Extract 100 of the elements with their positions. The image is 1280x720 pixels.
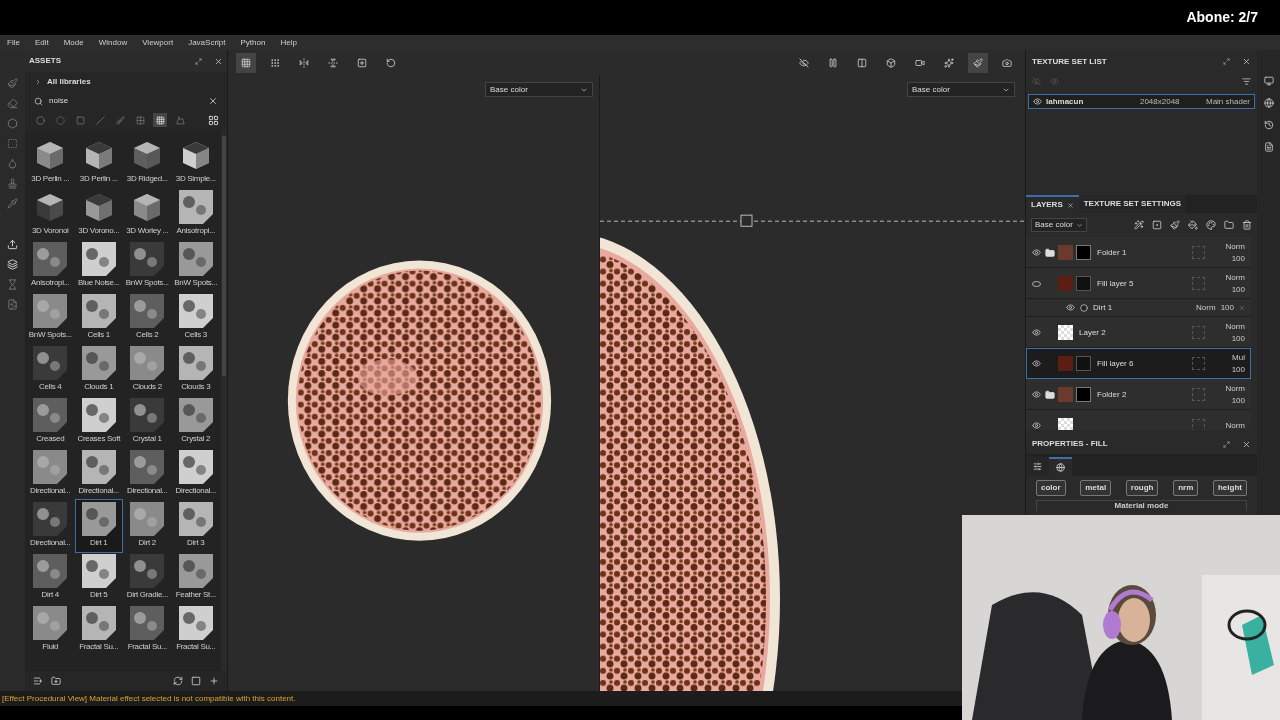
undock-icon[interactable] <box>1223 58 1230 65</box>
list-filter-icon[interactable] <box>1242 77 1251 86</box>
asset-tile[interactable]: BnW Spots... <box>172 240 219 292</box>
channel-toggle[interactable]: height <box>1212 480 1247 496</box>
opacity-dropdown[interactable]: 100 <box>1231 285 1245 294</box>
stamp-icon[interactable] <box>7 178 18 189</box>
asset-tile[interactable]: Directional... <box>27 448 74 500</box>
eraser-icon[interactable] <box>7 98 18 109</box>
panel-tab[interactable]: TEXTURE SET SETTINGS <box>1078 195 1187 213</box>
asset-tile[interactable]: Blue Noise... <box>75 240 122 292</box>
asset-tile[interactable]: 3D Voronoi <box>27 188 74 240</box>
opacity-dropdown[interactable]: 100 <box>1231 396 1245 405</box>
opacity-dropdown[interactable]: 100 <box>1231 365 1245 374</box>
droplet-icon[interactable] <box>7 158 18 169</box>
grid-view-icon[interactable] <box>208 114 219 126</box>
channel-toggle[interactable]: metal <box>1080 480 1112 496</box>
undock-icon[interactable] <box>195 57 202 65</box>
menu-item[interactable]: File <box>7 36 20 49</box>
document-icon[interactable] <box>1263 142 1274 152</box>
blend-mode-dropdown[interactable]: Norm <box>1225 421 1245 430</box>
asset-tile[interactable]: Fluid <box>27 604 74 656</box>
asset-tile[interactable]: BnW Spots... <box>124 240 171 292</box>
asset-tile[interactable]: Dirt 2 <box>124 500 171 552</box>
channel-toggle[interactable]: color <box>1036 480 1066 496</box>
clear-search-icon[interactable] <box>208 96 218 106</box>
opacity-dropdown[interactable]: 100 <box>1220 301 1234 314</box>
asset-tile[interactable]: Cells 4 <box>27 344 74 396</box>
globe-icon[interactable] <box>1263 98 1274 108</box>
asset-tile[interactable]: Fractal Su... <box>124 604 171 656</box>
asset-tile[interactable]: Creases Soft <box>75 396 122 448</box>
asset-tile[interactable]: 3D Perlin ... <box>75 136 122 188</box>
blend-mode-dropdown[interactable]: Norm <box>1196 301 1216 314</box>
asset-tile[interactable]: Directional... <box>124 448 171 500</box>
asset-tile[interactable]: Directional... <box>27 500 74 552</box>
trash-icon[interactable] <box>1242 220 1252 230</box>
library-breadcrumb[interactable]: All libraries <box>47 76 91 88</box>
close-icon[interactable] <box>1242 439 1251 449</box>
folder-icon[interactable] <box>1224 220 1234 230</box>
palette-icon[interactable] <box>1206 220 1216 230</box>
undock-icon[interactable] <box>1223 440 1230 448</box>
image-file-icon[interactable] <box>7 299 18 310</box>
channel-toggle[interactable]: rough <box>1125 480 1159 496</box>
close-icon[interactable] <box>1242 57 1251 66</box>
asset-tile[interactable]: Feather St... <box>172 552 219 604</box>
window-icon[interactable] <box>191 676 201 686</box>
brush-icon[interactable] <box>1170 220 1180 230</box>
asset-tile[interactable]: Clouds 1 <box>75 344 122 396</box>
list-icon[interactable] <box>33 676 43 686</box>
asset-tile[interactable]: Dirt 5 <box>75 552 122 604</box>
search-field[interactable]: noise <box>25 92 227 110</box>
filter-button[interactable] <box>93 113 107 127</box>
asset-tile[interactable]: Crystal 2 <box>172 396 219 448</box>
asset-tile[interactable]: BnW Spots... <box>27 292 74 344</box>
opacity-dropdown[interactable]: 100 <box>1231 334 1245 343</box>
asset-tile[interactable]: Cells 3 <box>172 292 219 344</box>
asset-tile[interactable]: Dirt Gradie... <box>124 552 171 604</box>
texture-set-row[interactable]: lahmacun 2048x2048 Main shader <box>1028 94 1255 109</box>
refresh-icon[interactable] <box>173 676 183 686</box>
channel-dropdown[interactable]: Base color <box>485 82 593 97</box>
blend-mode-dropdown[interactable]: Norm <box>1225 384 1245 393</box>
asset-tile[interactable]: 3D Ridged... <box>124 136 171 188</box>
filter-button[interactable] <box>133 113 147 127</box>
sliders-icon[interactable] <box>1026 457 1049 476</box>
close-icon[interactable] <box>214 56 223 66</box>
asset-tile[interactable]: Fractal Su... <box>172 604 219 656</box>
folder-list-icon[interactable] <box>51 676 61 686</box>
asset-tile[interactable]: Anisotropi... <box>172 188 219 240</box>
upload-icon[interactable] <box>7 239 18 250</box>
asset-tile[interactable]: Dirt 3 <box>172 500 219 552</box>
opacity-dropdown[interactable]: 100 <box>1231 254 1245 263</box>
asset-tile[interactable]: 3D Vorono... <box>75 188 122 240</box>
menu-item[interactable]: Edit <box>34 36 49 49</box>
asset-tile[interactable]: Clouds 2 <box>124 344 171 396</box>
asset-tile[interactable]: Dirt 1 <box>75 500 122 552</box>
hexagon-icon[interactable] <box>7 118 18 129</box>
blend-mode-dropdown[interactable]: Norm <box>1225 273 1245 282</box>
grid-icon[interactable] <box>236 52 256 73</box>
hourglass-icon[interactable] <box>7 279 18 290</box>
asset-tile[interactable]: 3D Simple... <box>172 136 219 188</box>
blend-mode-dropdown[interactable]: Norm <box>1225 322 1245 331</box>
menu-item[interactable]: JavaScript <box>188 36 226 49</box>
close-icon[interactable] <box>1066 201 1074 209</box>
chevron-right-icon[interactable] <box>34 78 42 86</box>
asset-tile[interactable]: 3D Worley ... <box>124 188 171 240</box>
eye-outline-icon[interactable] <box>1032 280 1041 287</box>
plus-icon[interactable] <box>209 676 219 686</box>
filter-button[interactable] <box>153 113 167 127</box>
monitor-icon[interactable] <box>1263 76 1274 86</box>
magic-wand-icon[interactable] <box>1134 220 1144 230</box>
pipette-icon[interactable] <box>7 198 18 209</box>
asset-tile[interactable]: Dirt 4 <box>27 552 74 604</box>
scrollbar-thumb[interactable] <box>222 136 226 376</box>
asset-tile[interactable]: Directional... <box>172 448 219 500</box>
menu-item[interactable]: Window <box>98 36 128 49</box>
asset-tile[interactable]: Cells 2 <box>124 292 171 344</box>
asset-tile[interactable]: 3D Perlin ... <box>27 136 74 188</box>
layer-row[interactable]: Fill layer 6 Mul 100 <box>1026 348 1251 379</box>
history-icon[interactable] <box>1263 120 1274 130</box>
layers-icon[interactable] <box>7 259 18 270</box>
asset-tile[interactable]: Fractal Su... <box>75 604 122 656</box>
